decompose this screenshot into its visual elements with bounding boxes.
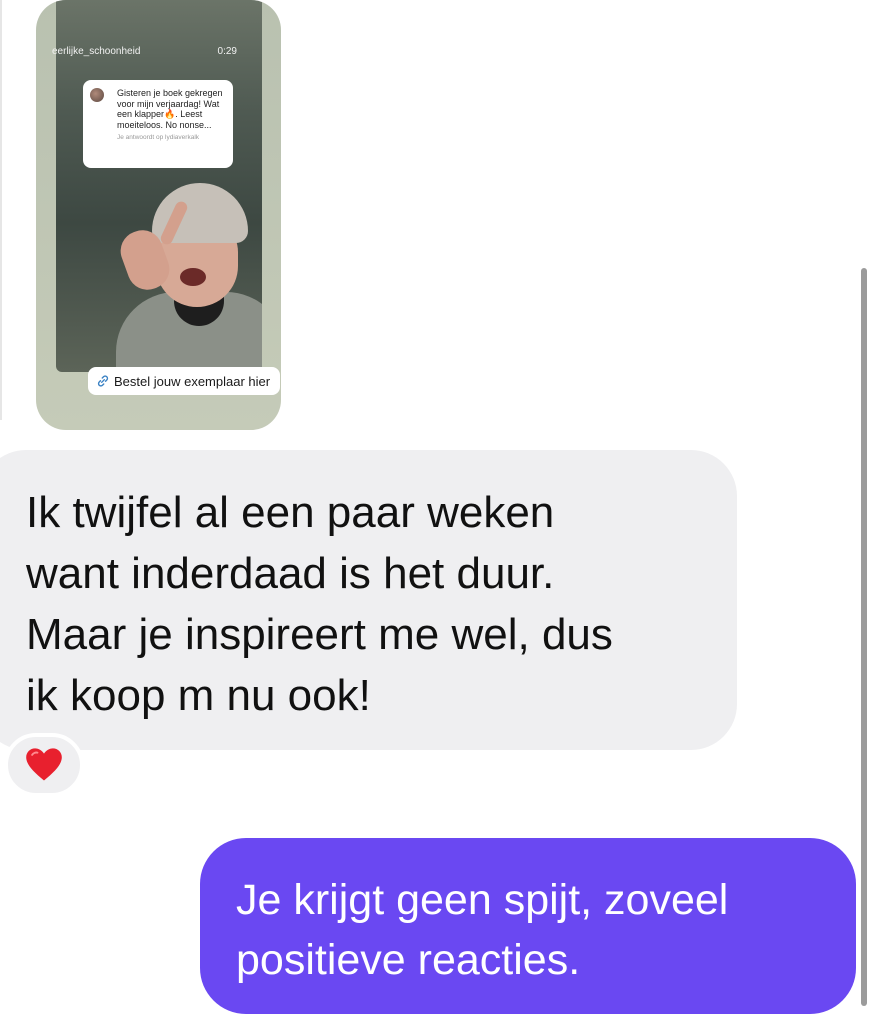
story-link-sticker[interactable]: Bestel jouw exemplaar hier: [88, 367, 281, 395]
heart-icon: [26, 748, 62, 781]
story-quote-footer: Je antwoordt op lydiaverkalk: [117, 134, 200, 141]
sent-message-bubble[interactable]: Je krijgt geen spijt, zoveel positieve r…: [200, 838, 856, 1014]
scrollbar[interactable]: [861, 268, 867, 1006]
link-icon: [97, 375, 109, 387]
chat-thread: eerlijke_schoonheid 0:29 Gisteren je boe…: [0, 0, 878, 1024]
received-message-bubble[interactable]: Ik twijfel al een paar weken want inderd…: [0, 450, 737, 750]
story-link-label: Bestel jouw exemplaar hier: [114, 373, 271, 389]
story-person-mouth: [180, 268, 206, 286]
avatar: [90, 88, 104, 102]
sent-message-text: Je krijgt geen spijt, zoveel positieve r…: [236, 876, 729, 984]
received-message-text: Ik twijfel al een paar weken want inderd…: [26, 488, 613, 720]
message-reaction[interactable]: [4, 733, 84, 797]
story-reply-quote: Gisteren je boek gekregen voor mijn verj…: [83, 80, 233, 168]
story-quote-text: Gisteren je boek gekregen voor mijn verj…: [117, 88, 223, 130]
story-timestamp: 0:29: [217, 46, 237, 57]
shared-story-card[interactable]: eerlijke_schoonheid 0:29 Gisteren je boe…: [36, 0, 281, 430]
story-username[interactable]: eerlijke_schoonheid: [52, 46, 140, 57]
thread-edge-line: [0, 0, 2, 420]
